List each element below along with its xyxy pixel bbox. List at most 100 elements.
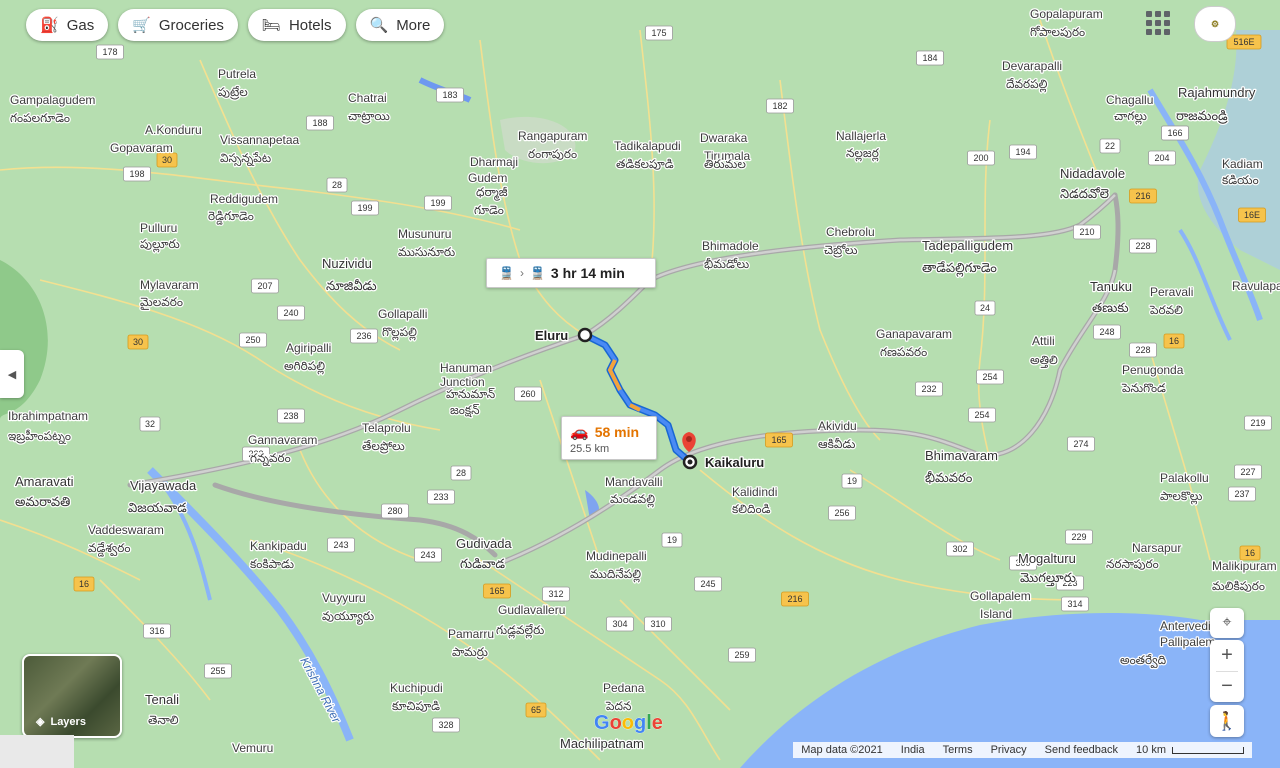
place-label[interactable]: అంతర్వేది (1119, 652, 1168, 671)
place-label[interactable]: తడికలపూడి (615, 156, 675, 173)
place-label[interactable]: Palakollu (1159, 470, 1210, 487)
place-label[interactable]: Penugonda (1121, 362, 1185, 379)
place-label[interactable]: పుల్లూరు (139, 236, 181, 255)
place-label[interactable]: నూజివీడు (325, 277, 379, 295)
place-label[interactable]: తిరుమల (703, 156, 748, 173)
place-label[interactable]: కూచిపూడి (391, 698, 442, 715)
place-label[interactable]: గుడ్లవల్లేరు (495, 622, 546, 641)
place-label[interactable]: Gollapalli (377, 306, 429, 323)
zoom-out-button[interactable]: − (1210, 672, 1244, 703)
place-label[interactable]: ఇబ్రహీంపట్నం (7, 428, 72, 447)
place-label[interactable]: Musunuru (397, 226, 453, 243)
place-label[interactable]: Chagallu (1105, 92, 1155, 109)
place-label[interactable]: Tadikalapudi (613, 138, 682, 155)
place-label[interactable]: Gopalapuram (1029, 6, 1104, 23)
collapse-panel-button[interactable]: ◀ (0, 350, 24, 398)
place-label[interactable]: నల్లజర్ల (845, 145, 881, 164)
place-label[interactable]: Vissannapetaa (219, 132, 301, 149)
place-label[interactable]: తణుకు (1091, 299, 1131, 317)
place-label[interactable]: Bhimavaram (924, 447, 999, 465)
place-label[interactable]: పెనుగొండ (1120, 380, 1168, 397)
place-label[interactable]: Pulluru (139, 220, 179, 237)
place-label[interactable]: Dwaraka (699, 130, 749, 147)
place-label[interactable]: Eluru (534, 327, 570, 345)
place-label[interactable]: Mogalturu (1017, 550, 1077, 568)
place-label[interactable]: Rajahmundry (1177, 84, 1257, 102)
place-label[interactable]: రెడ్డిగూడెం (207, 208, 255, 227)
place-label[interactable]: Antervedi (1159, 618, 1212, 635)
pegman-button[interactable]: 🚶 (1210, 705, 1244, 737)
place-label[interactable]: వడ్డేశ్వరం (87, 540, 132, 559)
apps-grid-icon[interactable] (1146, 11, 1170, 35)
account-avatar[interactable]: ⚙ (1194, 6, 1236, 42)
place-label[interactable]: Kalidindi (731, 484, 779, 501)
place-label[interactable]: చెబ్రోలు (823, 242, 859, 260)
place-label[interactable]: Mudinepalli (585, 548, 648, 565)
place-label[interactable]: చాట్రాయి (347, 108, 392, 126)
place-label[interactable]: మలికిపురం (1211, 578, 1266, 595)
place-label[interactable]: గంపలగూడెం (9, 110, 71, 127)
place-label[interactable]: తేలప్రోలు (361, 438, 406, 456)
place-label[interactable]: Akividu (817, 418, 858, 435)
place-label[interactable]: Island (979, 606, 1014, 623)
place-label[interactable]: Machilipatnam (559, 735, 645, 753)
place-label[interactable]: Hanuman (439, 360, 494, 377)
place-label[interactable]: తెనాలి (147, 712, 180, 729)
place-label[interactable]: విజయవాడ (127, 499, 189, 517)
place-label[interactable]: Mandavalli (604, 474, 664, 491)
transit-route-bubble[interactable]: 🚆 › 🚆 3 hr 14 min (486, 258, 656, 288)
place-label[interactable]: Nidadavole (1059, 165, 1127, 183)
place-label[interactable]: Devarapalli (1001, 58, 1064, 75)
place-label[interactable]: పాలకొల్లు (1159, 488, 1204, 507)
driving-route-bubble[interactable]: 🚗 58 min 25.5 km (561, 416, 657, 460)
place-label[interactable]: Narsapur (1131, 540, 1183, 557)
place-label[interactable]: Kankipadu (249, 538, 308, 555)
place-label[interactable]: Nuzividu (321, 255, 373, 273)
place-label[interactable]: Ibrahimpatnam (7, 408, 90, 425)
place-label[interactable]: Attili (1031, 333, 1056, 350)
place-label[interactable]: Gannavaram (247, 432, 319, 449)
place-label[interactable]: Gollapalem (969, 588, 1032, 605)
place-label[interactable]: Ravulapalem (1231, 278, 1280, 295)
place-label[interactable]: భీమవరం (924, 469, 974, 487)
place-label[interactable]: Bhimadole (701, 238, 761, 255)
groceries-chip[interactable]: 🛒 Groceries (118, 9, 238, 41)
place-label[interactable]: Kaikaluru (704, 454, 766, 472)
place-label[interactable]: Pamarru (447, 626, 496, 643)
place-label[interactable]: A.Konduru (144, 122, 203, 139)
place-label[interactable]: అత్తిలి (1029, 352, 1059, 370)
place-label[interactable]: గన్నవరం (249, 450, 292, 469)
place-label[interactable]: Mylavaram (139, 277, 200, 294)
zoom-in-button[interactable]: + (1210, 640, 1244, 671)
place-label[interactable]: Malikipuram (1211, 558, 1278, 575)
place-label[interactable]: Pallipalem (1159, 634, 1217, 651)
place-label[interactable]: నరసాపురం (1105, 556, 1160, 573)
place-label[interactable]: ముదినేపల్లి (589, 566, 643, 585)
place-label[interactable]: Chebrolu (825, 224, 876, 241)
place-label[interactable]: Vijayawada (129, 477, 199, 495)
hotels-chip[interactable]: 🛏 Hotels (247, 9, 346, 41)
place-label[interactable]: కడియం (1221, 172, 1260, 189)
place-label[interactable]: పుట్రేల (217, 84, 250, 102)
place-label[interactable]: మొగల్తూరు (1019, 569, 1078, 589)
place-label[interactable]: ముసునూరు (397, 244, 457, 261)
place-label[interactable]: Kadiam (1221, 156, 1264, 173)
more-chip[interactable]: 🔍 More (355, 9, 445, 41)
place-label[interactable]: Gudlavalleru (497, 602, 567, 619)
place-label[interactable]: అమరావతి (14, 493, 72, 511)
place-label[interactable]: Amaravati (14, 473, 75, 491)
send-feedback-link[interactable]: Send feedback (1045, 744, 1118, 756)
place-label[interactable]: Tadepalligudem (921, 237, 1015, 255)
place-label[interactable]: గోపాలపురం (1029, 24, 1087, 41)
place-label[interactable]: Peravali (1149, 284, 1195, 301)
place-label[interactable]: అగిరిపల్లి (283, 358, 327, 377)
place-label[interactable]: Agiripalli (285, 340, 333, 357)
place-label[interactable]: Vuyyuru (321, 590, 367, 607)
place-label[interactable]: దేవరపల్లి (1005, 76, 1049, 95)
place-label[interactable]: నిడదవోలె (1059, 185, 1110, 203)
place-label[interactable]: Putrela (217, 66, 258, 83)
place-label[interactable]: Nallajerla (835, 128, 888, 145)
layers-button[interactable]: ◈ Layers (22, 654, 122, 738)
map-canvas[interactable]: 178 175 183 188 182 184 198 30 28 199 199 207 240 236… (0, 0, 1280, 768)
place-label[interactable]: Vemuru (231, 740, 275, 757)
